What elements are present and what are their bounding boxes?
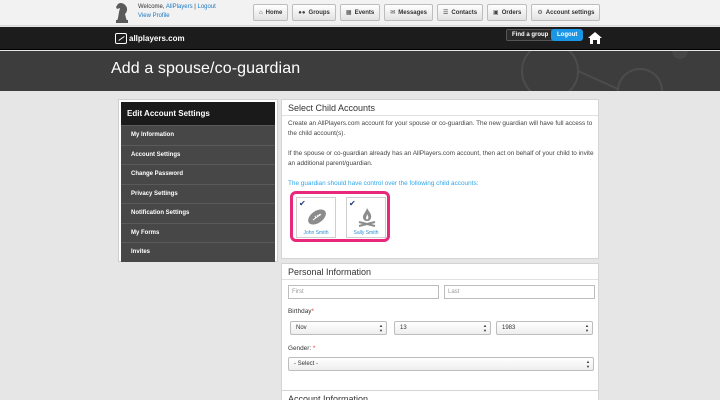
groups-icon: ●● (298, 9, 306, 16)
personal-info-title: Personal Information (282, 264, 598, 280)
logout-link[interactable]: Logout (198, 4, 216, 10)
nav-account-settings-label: Account settings (545, 9, 595, 16)
nav-home-label: Home (265, 9, 283, 16)
brand-mark-icon (115, 33, 127, 44)
child-accounts-highlight: ✔ John Smith ✔ Sally Smith (290, 191, 390, 242)
birth-year-select[interactable]: 1983 ▲ ▼ (496, 321, 593, 335)
intro-paragraph: Create an AllPlayers.com account for you… (288, 120, 593, 137)
gender-label: Gender: * (288, 345, 315, 352)
page-title: Add a spouse/co-guardian (111, 60, 301, 77)
contacts-icon: ☰ (442, 10, 449, 16)
nav-events-button[interactable]: ▦ Events (339, 4, 381, 21)
guardian-control-note: The guardian should have control over th… (288, 180, 479, 187)
sidebar-item-change-password[interactable]: Change Password (121, 164, 275, 184)
cart-icon: ▣ (493, 10, 499, 16)
top-nav: ⌂ Home ●● Groups ▦ Events ✉ Messages ☰ Contac… (253, 4, 601, 21)
nav-messages-label: Messages (398, 9, 427, 16)
nav-events-label: Events (354, 9, 375, 16)
sidebar-item-privacy-settings[interactable]: Privacy Settings (121, 183, 275, 203)
header-logout-button[interactable]: Logout (551, 29, 584, 41)
home-icon[interactable] (587, 30, 603, 46)
welcome-prefix: Welcome, (138, 4, 166, 10)
welcome-text: Welcome, AllPlayers | Logout View Profil… (138, 3, 216, 21)
last-name-input[interactable]: Last (444, 285, 595, 299)
birth-day-select[interactable]: 13 ▲ ▼ (394, 321, 491, 335)
gender-label-text: Gender: (288, 345, 312, 352)
site-header: allplayers.com (0, 27, 720, 50)
account-info-title: Account Information (282, 391, 598, 400)
birth-day-value: 13 (400, 325, 407, 331)
top-bar: Welcome, AllPlayers | Logout View Profil… (0, 0, 720, 26)
sidebar-item-notification-settings[interactable]: Notification Settings (121, 203, 275, 223)
brand-logo[interactable]: allplayers.com (115, 32, 185, 45)
select-arrows-icon: ▲ ▼ (585, 323, 589, 333)
nav-contacts-button[interactable]: ☰ Contacts (436, 4, 484, 21)
football-icon (308, 209, 326, 225)
nav-orders-button[interactable]: ▣ Orders (487, 4, 528, 21)
child-card-sally[interactable]: ✔ Sally Smith (346, 197, 386, 238)
nav-account-settings-button[interactable]: ⚙ Account settings (531, 4, 601, 21)
brand-name: allplayers.com (129, 34, 185, 43)
select-arrows-icon: ▲ ▼ (586, 359, 590, 369)
account-information-panel: Account Information (281, 390, 599, 400)
nav-home-button[interactable]: ⌂ Home (253, 4, 289, 21)
child-name-sally: Sally Smith (353, 230, 379, 236)
select-arrows-icon: ▲ ▼ (379, 323, 383, 333)
birth-month-value: Nov (296, 325, 307, 331)
account-settings-sidebar: Edit Account Settings My Information Acc… (118, 99, 278, 262)
birthday-label: Birthday* (288, 308, 314, 315)
nav-orders-label: Orders (501, 9, 522, 16)
birth-month-select[interactable]: Nov ▲ ▼ (290, 321, 387, 335)
birthday-label-text: Birthday (288, 308, 312, 315)
nav-contacts-label: Contacts (451, 9, 478, 16)
sidebar-item-invites[interactable]: Invites (121, 242, 275, 262)
gear-icon: ⚙ (537, 10, 543, 16)
gender-value: - Select - (294, 361, 319, 367)
nav-groups-label: Groups (308, 9, 330, 16)
child-card-john[interactable]: ✔ John Smith (296, 197, 336, 238)
nav-groups-button[interactable]: ●● Groups (292, 4, 336, 21)
birthday-required-mark: * (311, 308, 314, 315)
campfire-icon (358, 208, 376, 227)
sidebar-item-account-settings[interactable]: Account Settings (121, 144, 275, 164)
personal-information-panel: Personal Information First Last Birthday… (281, 263, 599, 400)
gender-select[interactable]: - Select - ▲ ▼ (288, 357, 594, 371)
first-name-input[interactable]: First (288, 285, 439, 299)
network-decoration-icon (521, 51, 688, 91)
sidebar-heading: Edit Account Settings (121, 102, 275, 125)
select-child-title: Select Child Accounts (282, 100, 598, 116)
sidebar-item-my-forms[interactable]: My Forms (121, 222, 275, 242)
username-link[interactable]: AllPlayers (166, 4, 193, 10)
calendar-icon: ▦ (345, 10, 352, 16)
gender-required-mark: * (312, 345, 316, 352)
title-banner (0, 51, 720, 91)
existing-account-paragraph: If the spouse or co-guardian already has… (288, 150, 594, 167)
birth-year-value: 1983 (502, 325, 516, 331)
nav-messages-button[interactable]: ✉ Messages (384, 4, 433, 21)
sidebar-item-my-information[interactable]: My Information (121, 125, 275, 145)
envelope-icon: ✉ (390, 10, 396, 16)
knight-logo-icon[interactable] (113, 1, 131, 23)
select-arrows-icon: ▲ ▼ (483, 323, 487, 333)
home-icon: ⌂ (259, 9, 263, 16)
view-profile-link[interactable]: View Profile (138, 13, 170, 19)
child-name-john: John Smith (303, 230, 329, 236)
select-child-accounts-panel: Select Child Accounts Create an AllPlaye… (281, 99, 599, 259)
find-group-button[interactable]: Find a group (506, 29, 555, 41)
